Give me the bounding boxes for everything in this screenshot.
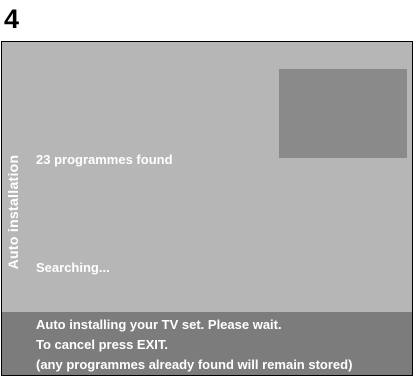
side-title-label: Auto installation bbox=[5, 154, 21, 270]
programmes-found-text: 23 programmes found bbox=[36, 152, 173, 167]
searching-status-text: Searching... bbox=[36, 260, 110, 275]
step-number: 4 bbox=[4, 4, 20, 34]
tv-screen: Auto installation 23 programmes found Se… bbox=[1, 41, 413, 376]
info-line-wait: Auto installing your TV set. Please wait… bbox=[36, 317, 282, 332]
info-panel: Auto installing your TV set. Please wait… bbox=[2, 312, 412, 375]
preview-window bbox=[279, 69, 407, 158]
side-title: Auto installation bbox=[4, 155, 34, 270]
info-line-cancel: To cancel press EXIT. bbox=[36, 337, 168, 352]
page: 4 Auto installation 23 programmes found … bbox=[0, 0, 414, 376]
info-line-stored: (any programmes already found will remai… bbox=[36, 357, 353, 372]
